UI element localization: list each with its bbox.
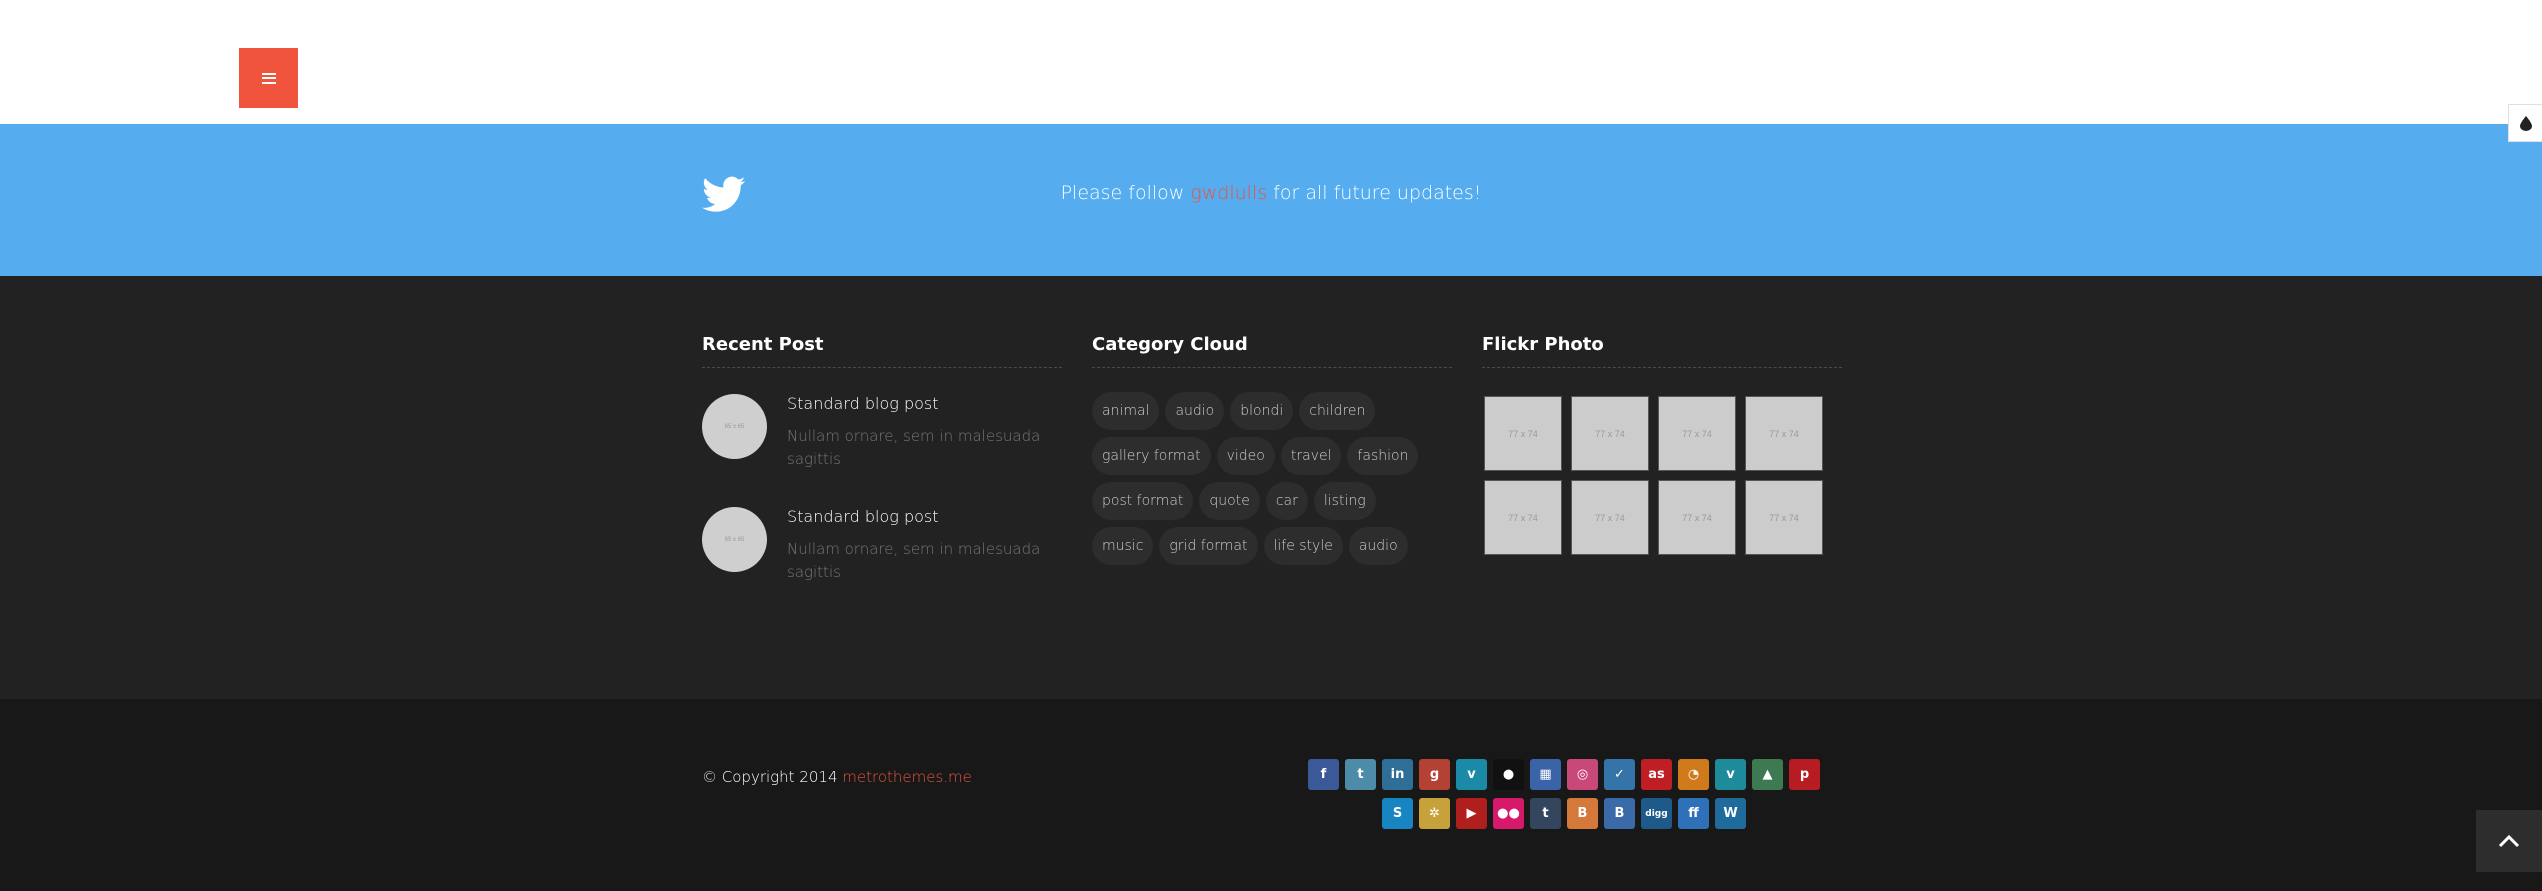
vimeo-icon[interactable]: v: [1456, 759, 1487, 790]
post-thumbnail[interactable]: 65 x 65: [702, 394, 767, 459]
flickr-photo[interactable]: 77 x 74: [1658, 480, 1736, 555]
flickr-grid: 77 x 74 77 x 74 77 x 74 77 x 74 77 x 74 77 x …: [1484, 396, 1842, 555]
tag-link[interactable]: audio: [1348, 527, 1408, 565]
back-to-top-button[interactable]: [2476, 810, 2542, 872]
vine-icon[interactable]: v: [1715, 759, 1746, 790]
pinterest-icon[interactable]: p: [1789, 759, 1820, 790]
tag-link[interactable]: video: [1216, 437, 1275, 475]
lastfm-icon[interactable]: as: [1641, 759, 1672, 790]
post-title-link[interactable]: Standard blog post: [787, 394, 1057, 413]
flickr-photo[interactable]: 77 x 74: [1658, 396, 1736, 471]
post-title-link[interactable]: Standard blog post: [787, 507, 1057, 526]
twitter-handle-link[interactable]: gwdlulls: [1190, 182, 1267, 204]
skype-icon[interactable]: S: [1382, 798, 1413, 829]
flickr-photo[interactable]: 77 x 74: [1484, 396, 1562, 471]
chevron-up-icon: [2498, 834, 2520, 848]
calendar-icon[interactable]: ▦: [1530, 759, 1561, 790]
tag-link[interactable]: travel: [1280, 437, 1342, 475]
picasa-icon[interactable]: ✲: [1419, 798, 1450, 829]
wordpress-icon[interactable]: W: [1715, 798, 1746, 829]
blogger-icon[interactable]: B: [1567, 798, 1598, 829]
social-row: f t in g v ● ▦ ◎ ✓ as ◔ v ▲ p: [1296, 759, 1832, 790]
tag-link[interactable]: quote: [1199, 482, 1260, 520]
tag-link[interactable]: grid format: [1159, 527, 1258, 565]
menu-button[interactable]: [239, 48, 298, 108]
footer-widgets: Recent Post 65 x 65 Standard blog post N…: [0, 276, 2542, 699]
post-thumbnail[interactable]: 65 x 65: [702, 507, 767, 572]
recent-post-item[interactable]: 65 x 65 Standard blog post Nullam ornare…: [702, 394, 1062, 471]
digg-icon[interactable]: digg: [1641, 798, 1672, 829]
blogger-alt-icon[interactable]: B: [1604, 798, 1635, 829]
flickr-widget: Flickr Photo 77 x 74 77 x 74 77 x 74 77 x 7…: [1482, 334, 1842, 555]
google-plus-icon[interactable]: g: [1419, 759, 1450, 790]
twitter-icon[interactable]: t: [1345, 759, 1376, 790]
github-icon[interactable]: ●: [1493, 759, 1524, 790]
flickr-photo[interactable]: 77 x 74: [1571, 480, 1649, 555]
site-header: [0, 0, 2542, 124]
flickr-title: Flickr Photo: [1482, 334, 1842, 368]
category-cloud-widget: Category Cloud animal audio blondi children…: [1092, 334, 1452, 572]
drop-icon: [2519, 115, 2532, 131]
social-icons: f t in g v ● ▦ ◎ ✓ as ◔ v ▲ p S ✲ ▶ ●● t B Bdigg ff W: [1296, 759, 1832, 837]
youtube-icon[interactable]: ▶: [1456, 798, 1487, 829]
copyright-text: © Copyright 2014: [702, 768, 843, 786]
copyright: © Copyright 2014 metrothemes.me: [702, 768, 972, 786]
recent-post-widget: Recent Post 65 x 65 Standard blog post N…: [702, 334, 1062, 584]
recent-post-title: Recent Post: [702, 334, 1062, 368]
site-link[interactable]: metrothemes.me: [842, 768, 972, 786]
tag-link[interactable]: life style: [1263, 527, 1343, 565]
tag-link[interactable]: listing: [1313, 482, 1376, 520]
style-switcher-button[interactable]: [2508, 104, 2542, 142]
recent-post-item[interactable]: 65 x 65 Standard blog post Nullam ornare…: [702, 507, 1062, 584]
linkedin-icon[interactable]: in: [1382, 759, 1413, 790]
tag-link[interactable]: children: [1299, 392, 1376, 430]
flickr-photo[interactable]: 77 x 74: [1745, 396, 1823, 471]
footer-bottom: © Copyright 2014 metrothemes.me f t in g v ● ▦…: [0, 699, 2542, 891]
tag-link[interactable]: animal: [1092, 392, 1160, 430]
forrst-icon[interactable]: ▲: [1752, 759, 1783, 790]
flickr-photo[interactable]: 77 x 74: [1745, 480, 1823, 555]
tag-link[interactable]: post format: [1092, 482, 1194, 520]
tag-link[interactable]: audio: [1165, 392, 1225, 430]
twitter-text-after: for all future updates!: [1267, 182, 1482, 204]
post-excerpt: Nullam ornare, sem in malesuada sagittis: [787, 540, 1041, 581]
social-row: S ✲ ▶ ●● t B Bdigg ff W: [1296, 798, 1832, 829]
flickr-icon[interactable]: ●●: [1493, 798, 1524, 829]
category-cloud-title: Category Cloud: [1092, 334, 1452, 368]
tag-link[interactable]: fashion: [1347, 437, 1419, 475]
twitter-follow-text: Please follow gwdlulls for all future up…: [0, 182, 2542, 204]
dribbble-icon[interactable]: ◎: [1567, 759, 1598, 790]
flickr-photo[interactable]: 77 x 74: [1484, 480, 1562, 555]
tumblr-icon[interactable]: t: [1530, 798, 1561, 829]
post-excerpt: Nullam ornare, sem in malesuada sagittis: [787, 427, 1041, 468]
friendfeed-icon[interactable]: ff: [1678, 798, 1709, 829]
twitter-text-before: Please follow: [1060, 182, 1191, 204]
tag-link[interactable]: gallery format: [1092, 437, 1211, 475]
tag-link[interactable]: blondi: [1230, 392, 1294, 430]
tag-link[interactable]: car: [1265, 482, 1308, 520]
flickr-photo[interactable]: 77 x 74: [1571, 396, 1649, 471]
rss-icon[interactable]: ◔: [1678, 759, 1709, 790]
twitter-band: Please follow gwdlulls for all future up…: [0, 124, 2542, 276]
hamburger-icon: [261, 72, 276, 84]
facebook-icon[interactable]: f: [1308, 759, 1339, 790]
tag-cloud: animal audio blondi children gallery format v…: [1092, 392, 1442, 572]
tag-link[interactable]: music: [1092, 527, 1154, 565]
foursquare-icon[interactable]: ✓: [1604, 759, 1635, 790]
